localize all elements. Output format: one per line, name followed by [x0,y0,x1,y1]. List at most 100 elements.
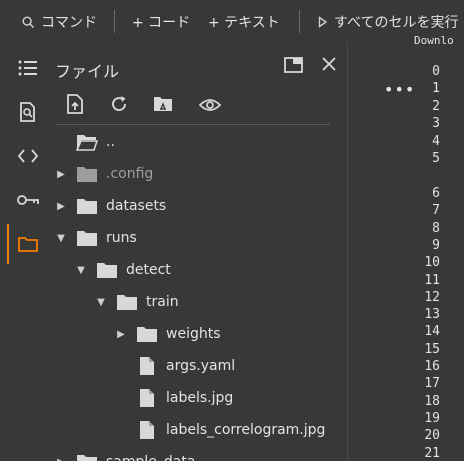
output-line-number: 9 [432,237,440,253]
folder-icon [136,324,158,344]
code-snippets-button[interactable] [7,136,48,176]
eye-icon [198,99,222,111]
output-line-number: 20 [424,428,440,444]
run-all-label: すべてのセルを実行 [334,15,459,31]
file-icon [136,388,158,408]
toolbar-divider [114,10,115,33]
tree-item-label: train [146,294,179,310]
caret-right-icon[interactable]: ▶ [54,457,68,461]
tree-folder-item[interactable]: ▼ train [94,286,179,318]
command-palette-button[interactable]: コマンド [22,12,97,32]
tree-item-label: .config [106,166,154,182]
tree-folder-item[interactable]: ▼ runs [54,222,137,254]
output-line-number: 10 [424,255,440,271]
add-text-label: + テキスト [208,15,280,31]
dock-panel-button[interactable] [284,57,303,77]
output-line-number: 4 [432,133,440,149]
output-header-text: Downlo [414,34,454,47]
tree-folder-item[interactable]: ▶ .config [54,158,153,190]
mount-drive-button[interactable] [153,95,173,116]
tree-file-item[interactable]: args.yaml [114,350,235,382]
toggle-hidden-button[interactable] [198,97,222,116]
caret-right-icon[interactable]: ▶ [114,329,128,340]
files-folder-icon [17,237,38,252]
output-line-number: 5 [432,151,440,166]
top-toolbar: コマンド + コード + テキスト すべてのセルを実行 [0,0,464,42]
tree-folder-item[interactable]: ▶ weights [114,318,221,350]
caret-right-icon[interactable]: ▶ [54,201,68,212]
secrets-key-icon [16,195,39,205]
refresh-icon [112,96,126,111]
output-line-number: 7 [432,203,440,219]
folder-icon [76,228,98,248]
left-rail [7,42,48,461]
output-line-number: 12 [424,289,440,305]
caret-right-icon[interactable]: ▶ [54,169,68,180]
folder-icon [76,452,98,461]
file-icon [136,356,158,376]
file-icon [136,420,158,440]
parent-folder-icon [76,132,98,152]
output-line-number: 17 [424,376,440,392]
folder-icon [116,292,138,312]
tree-item-label: weights [166,326,221,342]
output-line-number: 18 [424,393,440,409]
output-line-number: 1 [432,81,440,97]
tree-folder-item[interactable]: ▶ datasets [54,190,166,222]
caret-down-icon[interactable]: ▼ [74,265,88,276]
tree-file-item[interactable]: labels.jpg [114,382,233,414]
output-line-number: 6 [432,186,440,201]
output-line-number: 16 [424,359,440,374]
play-icon [318,16,328,28]
close-panel-button[interactable] [321,56,337,76]
output-line-number: 0 [432,64,440,79]
panel-title: ファイル [55,62,120,81]
find-button[interactable] [7,92,48,132]
output-line-number: 13 [424,307,440,323]
add-code-label: + コード [132,15,191,31]
folder-icon [76,196,98,216]
tree-item-label: labels.jpg [166,390,234,406]
toolbar-divider [299,10,300,33]
tree-file-item[interactable]: labels_correlogram.jpg [114,414,325,446]
tree-item-label: args.yaml [166,358,236,374]
refresh-button[interactable] [110,95,128,117]
secrets-button[interactable] [7,180,48,220]
run-all-button[interactable]: すべてのセルを実行 [318,12,458,32]
add-text-button[interactable]: + テキスト [208,12,280,32]
upload-icon [67,94,83,114]
panel-divider [55,124,330,125]
tree-item-label: labels_correlogram.jpg [166,422,326,438]
output-line-number: 14 [424,324,440,340]
code-snippets-icon [17,149,38,163]
output-line-number: 15 [424,341,440,357]
tree-folder-item[interactable]: ▼ detect [74,254,171,286]
output-line-number: 21 [424,445,440,461]
toc-button[interactable] [7,48,48,88]
tree-item-label: .. [106,134,115,150]
cell-more-button[interactable]: ••• [384,80,415,99]
output-line-number: 2 [432,98,440,114]
tree-item-label: runs [106,230,137,246]
caret-down-icon[interactable]: ▼ [54,233,68,244]
output-line-number: 3 [432,116,440,132]
find-icon [19,102,35,122]
search-icon [22,15,35,28]
tree-item-label: detect [126,262,171,278]
tree-folder-item[interactable]: ▶ sample_data [54,446,195,461]
tree-folder-item[interactable]: .. [54,126,115,158]
add-code-button[interactable]: + コード [132,12,190,32]
output-line-number: 19 [424,410,440,426]
output-area [348,42,464,461]
command-label: コマンド [41,15,97,31]
tree-item-label: sample_data [106,454,195,461]
caret-down-icon[interactable]: ▼ [94,297,108,308]
folder-icon [96,260,118,280]
folder-icon [76,164,98,184]
dock-window-icon [284,57,303,73]
files-button[interactable] [7,224,48,264]
toc-icon [18,60,37,76]
output-line-number: 11 [424,272,440,288]
upload-button[interactable] [66,94,84,118]
output-line-number: 8 [432,220,440,236]
